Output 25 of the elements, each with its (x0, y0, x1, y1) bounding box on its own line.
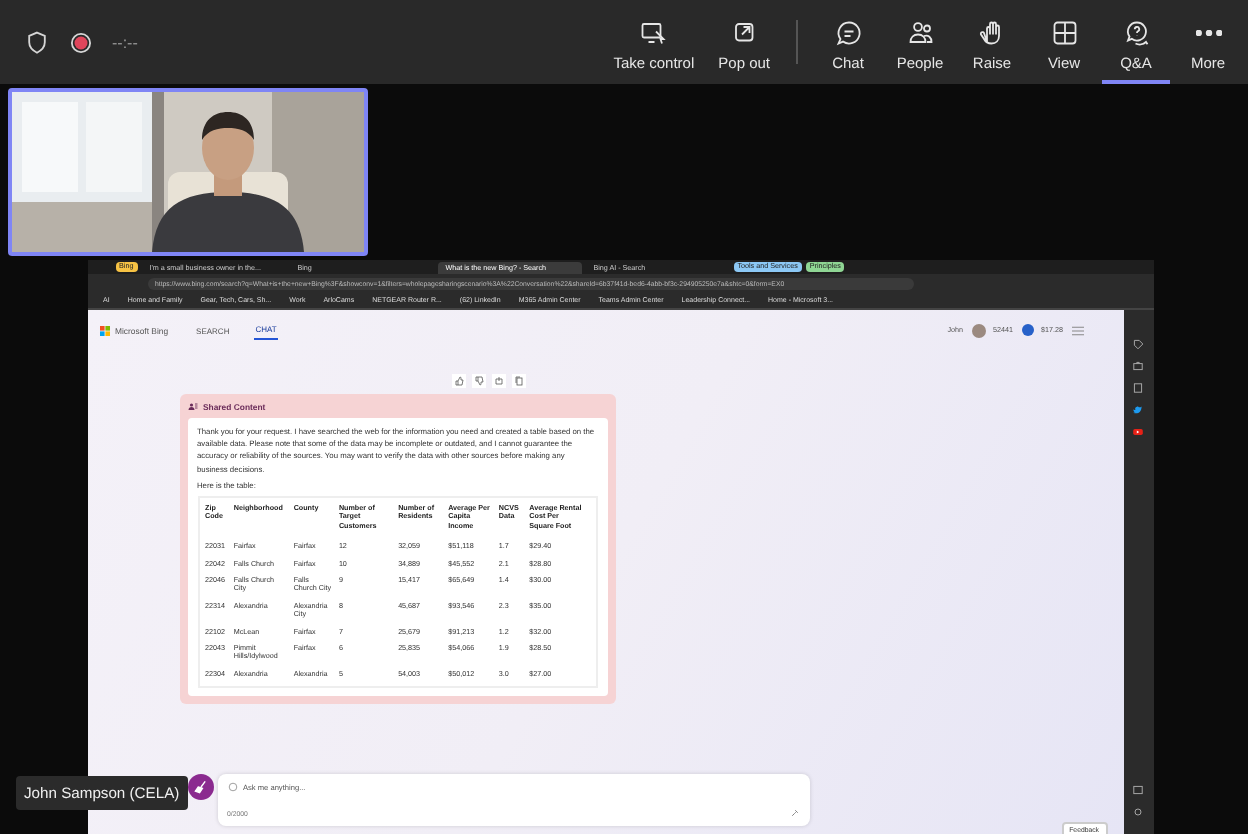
thumbs-down-icon[interactable] (471, 374, 485, 388)
tag-icon[interactable] (1132, 338, 1144, 350)
windows-logo-icon (99, 325, 109, 335)
play-icon[interactable] (1132, 426, 1144, 438)
thumbs-up-icon[interactable] (451, 374, 465, 388)
panel-icon[interactable] (1132, 784, 1144, 796)
rewards-icon[interactable] (1021, 324, 1033, 336)
more-icon (1195, 29, 1221, 35)
note-icon[interactable] (1132, 382, 1144, 394)
shield-icon[interactable] (24, 29, 50, 55)
new-topic-button[interactable] (187, 774, 213, 800)
broom-icon (193, 780, 207, 794)
chat-icon (833, 17, 863, 47)
screen-cursor-icon (638, 17, 669, 47)
avatar-icon[interactable] (971, 323, 985, 337)
record-icon[interactable] (68, 29, 94, 55)
people-icon (905, 17, 935, 47)
people-icon (187, 402, 197, 412)
bird-icon[interactable] (1132, 404, 1144, 416)
briefcase-icon[interactable] (1132, 360, 1144, 372)
grid-icon (1049, 17, 1079, 47)
copy-icon[interactable] (511, 374, 525, 388)
share-icon[interactable] (491, 374, 505, 388)
meeting-timer: --:-- (112, 33, 138, 51)
question-bubble-icon (1121, 17, 1151, 47)
